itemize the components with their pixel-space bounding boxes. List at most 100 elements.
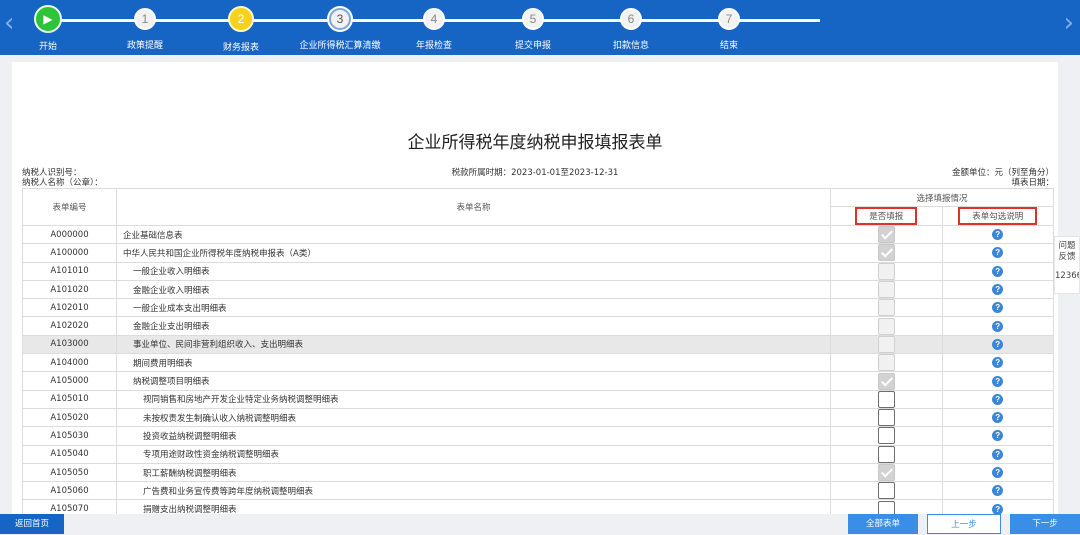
table-row: A101010 一般企业收入明细表?	[22, 261, 1054, 281]
column-header-name: 表单名称	[116, 188, 831, 226]
form-code: A101010	[22, 261, 117, 281]
fill-checkbox[interactable]	[877, 427, 895, 445]
all-forms-button[interactable]: 全部表单	[848, 514, 918, 534]
step-list: ▶ 开始 1 政策提醒 2 财务报表 3 企业所得税汇算清缴 4 年报检查 5 提交申报 6 扣款信息 7 结…	[0, 0, 1080, 55]
help-cell: ?	[941, 444, 1054, 464]
fill-checkbox	[877, 354, 895, 372]
column-header-code: 表单编号	[22, 188, 117, 226]
help-icon[interactable]: ?	[992, 320, 1004, 332]
help-icon[interactable]: ?	[992, 393, 1004, 405]
form-code: A105000	[22, 371, 117, 391]
form-code: A105010	[22, 389, 117, 409]
help-icon[interactable]: ?	[992, 284, 1004, 296]
fill-cell	[830, 426, 943, 446]
fill-checkbox	[877, 317, 895, 335]
amount-info: 金额单位：元（列至角分） 填表日期：	[952, 168, 1054, 188]
step-number: 2	[228, 6, 254, 32]
step-label: 结束	[719, 41, 738, 51]
form-name: 捐赠支出纳税调整明细表	[116, 499, 831, 514]
table-row: A102010 一般企业成本支出明细表?	[22, 298, 1054, 318]
form-code: A104000	[22, 353, 117, 373]
table-row: A105040 专项用途财政性资金纳税调整明细表?	[22, 444, 1054, 464]
step-6[interactable]: 6 扣款信息	[586, 8, 676, 51]
help-cell: ?	[941, 279, 1054, 300]
feedback-tab[interactable]: 问题 反馈 12366	[1054, 236, 1080, 294]
help-icon[interactable]: ?	[992, 302, 1004, 314]
step-4[interactable]: 4 年报检查	[389, 8, 479, 51]
fill-cell	[830, 407, 943, 428]
fill-checkbox[interactable]	[877, 409, 895, 427]
form-name: 中华人民共和国企业所得税年度纳税申报表（A类）	[116, 243, 831, 263]
form-name: 事业单位、民间非营利组织收入、支出明细表	[116, 334, 831, 355]
fill-cell	[830, 316, 943, 336]
help-cell: ?	[941, 334, 1054, 355]
form-name: 投资收益纳税调整明细表	[116, 426, 831, 446]
fill-checkbox[interactable]	[877, 445, 895, 463]
step-2[interactable]: 2 财务报表	[196, 6, 286, 53]
step-label: 财务报表	[222, 43, 259, 53]
chevron-right-icon[interactable]: ›	[1064, 10, 1074, 36]
next-step-button[interactable]: 下一步	[1010, 514, 1080, 534]
fill-header-label: 是否填报	[855, 207, 918, 225]
form-code: A105050	[22, 462, 117, 483]
help-cell: ?	[941, 407, 1054, 428]
form-code: A101020	[22, 279, 117, 300]
fill-checkbox[interactable]	[877, 500, 895, 514]
back-home-button[interactable]: 返回首页	[0, 514, 64, 534]
help-cell: ?	[941, 224, 1054, 245]
step-7[interactable]: 7 结束	[684, 8, 774, 51]
fill-checkbox	[877, 262, 895, 280]
help-icon[interactable]: ?	[992, 503, 1004, 514]
form-code: A105030	[22, 426, 117, 446]
table-row: A105070 捐赠支出纳税调整明细表?	[22, 499, 1054, 514]
help-icon[interactable]: ?	[992, 375, 1004, 387]
column-header-help: 表单勾选说明	[941, 206, 1054, 226]
fill-checkbox	[877, 299, 895, 317]
form-code: A000000	[22, 224, 117, 245]
help-icon[interactable]: ?	[992, 265, 1004, 277]
step-3[interactable]: 3 企业所得税汇算清缴	[295, 8, 385, 51]
step-number: 3	[329, 8, 351, 30]
fill-checkbox[interactable]	[877, 390, 895, 408]
fill-checkbox[interactable]	[877, 482, 895, 500]
help-cell: ?	[941, 298, 1054, 318]
step-start[interactable]: ▶ 开始	[3, 5, 93, 52]
help-icon[interactable]: ?	[992, 448, 1004, 460]
fill-date-label: 填表日期：	[1011, 178, 1054, 188]
fill-cell	[830, 371, 943, 391]
form-panel: 企业所得税年度纳税申报填报表单 纳税人识别号： 纳税人名称（公章）： 税款所属时…	[12, 62, 1058, 514]
form-selection-table: 表单编号 表单名称 选择填报情况 是否填报 表单勾选说明 A000000 企业基础…	[22, 188, 1054, 514]
help-icon[interactable]: ?	[992, 412, 1004, 424]
step-label: 提交申报	[514, 41, 551, 51]
step-1[interactable]: 1 政策提醒	[100, 8, 190, 51]
help-cell: ?	[941, 481, 1054, 501]
fill-cell	[830, 224, 943, 245]
help-icon[interactable]: ?	[992, 247, 1004, 259]
help-icon[interactable]: ?	[992, 485, 1004, 497]
form-name: 金融企业收入明细表	[116, 279, 831, 300]
fill-cell	[830, 462, 943, 483]
feedback-line-2: 反馈	[1058, 252, 1076, 262]
table-row: A102020 金融企业支出明细表?	[22, 316, 1054, 336]
form-name: 专项用途财政性资金纳税调整明细表	[116, 444, 831, 464]
step-number: 4	[423, 8, 445, 30]
table-row: A101020 金融企业收入明细表?	[22, 279, 1054, 300]
progress-bar: ‹ ▶ 开始 1 政策提醒 2 财务报表 3 企业所得税汇算清缴 4 年报检查 5 提交申报 6 扣款信息…	[0, 0, 1080, 55]
step-label: 政策提醒	[126, 41, 163, 51]
fill-cell	[830, 298, 943, 318]
form-name: 金融企业支出明细表	[116, 316, 831, 336]
fill-cell	[830, 243, 943, 263]
help-cell: ?	[941, 316, 1054, 336]
form-code: A105040	[22, 444, 117, 464]
table-body: A000000 企业基础信息表? A100000 中华人民共和国企业所得税年度纳税申报…	[22, 224, 1054, 514]
form-name: 一般企业收入明细表	[116, 261, 831, 281]
help-icon[interactable]: ?	[992, 430, 1004, 442]
form-code: A105060	[22, 481, 117, 501]
help-icon[interactable]: ?	[992, 229, 1004, 241]
form-code: A100000	[22, 243, 117, 263]
help-icon[interactable]: ?	[992, 338, 1004, 350]
help-icon[interactable]: ?	[992, 467, 1004, 478]
step-5[interactable]: 5 提交申报	[488, 8, 578, 51]
previous-step-button[interactable]: 上一步	[927, 514, 1001, 534]
help-icon[interactable]: ?	[992, 357, 1004, 369]
